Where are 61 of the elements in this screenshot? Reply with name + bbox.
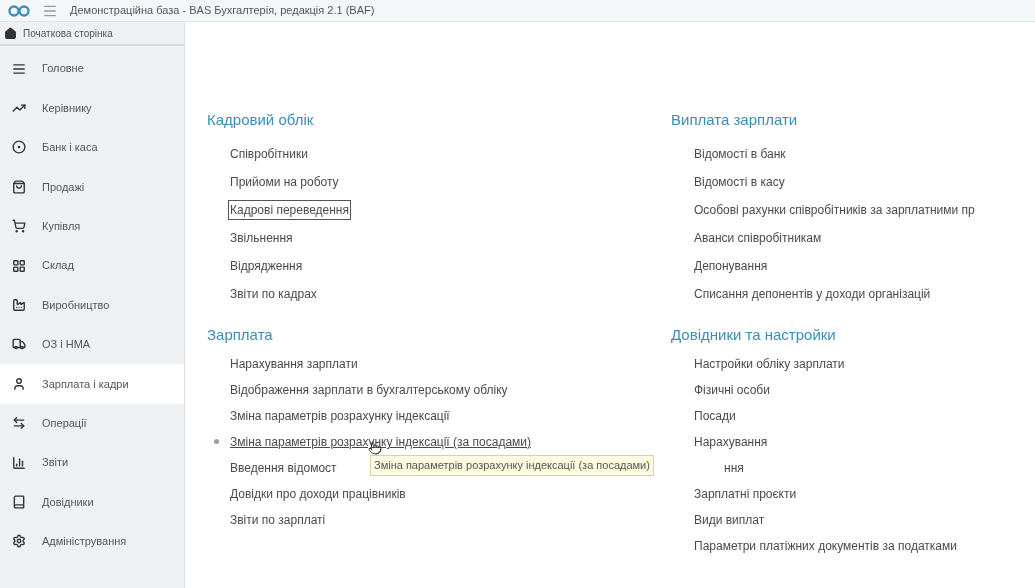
menu-link[interactable]: Зарплатні проєкти [692, 484, 799, 504]
logo-icon [8, 4, 30, 17]
sidebar-item[interactable]: Зарплата і кадри [0, 364, 184, 404]
menu-link[interactable]: Введення відомост [228, 458, 339, 478]
menu-link[interactable]: Співробітники [228, 143, 310, 164]
menu-link[interactable]: Зміна параметрів розрахунку індексації (за посадами) [228, 432, 533, 452]
menu-link[interactable]: Звільнення [228, 227, 295, 248]
menu-link[interactable]: Фізичні особи [692, 380, 772, 400]
menu-link[interactable]: Відомості в банк [692, 143, 788, 164]
section-heading: Довідники та настройки [671, 324, 837, 345]
sidebar-item[interactable]: Банк і каса [0, 127, 184, 168]
tooltip: Зміна параметрів розрахунку індексації (за посадами) [370, 455, 654, 476]
book-icon [12, 495, 26, 509]
menu-link[interactable]: Звіти по кадрах [228, 283, 319, 304]
menu-link[interactable]: Нарахування зарплати [228, 354, 360, 374]
sidebar-item[interactable]: Виробництво [0, 285, 184, 325]
bullet-icon [214, 439, 219, 444]
window-title: Демонстраційна база - BAS Бухгалтерія, редакція 2.1 (BAF) [70, 3, 375, 19]
menu-link[interactable]: Депонування [692, 255, 770, 276]
menu-link[interactable]: Відомості в касу [692, 171, 787, 192]
sidebar-item[interactable]: ОЗ і НМА [0, 324, 184, 365]
sidebar-item[interactable]: Головне [0, 49, 184, 89]
section-heading: Виплата зарплати [671, 110, 799, 130]
section-heading: Кадровий облік [207, 110, 315, 130]
arrows-icon [12, 416, 26, 431]
cart-icon [12, 219, 26, 234]
truck-icon [12, 337, 26, 352]
home-icon [4, 26, 17, 40]
menu-link[interactable]: Особові рахунки співробітників за зарплатними пр [692, 199, 977, 220]
sidebar-item[interactable]: Продажі [0, 167, 184, 207]
menu-link[interactable]: Довідки про доходи працівників [228, 484, 408, 504]
menu-link[interactable]: Відображення зарплати в бухгалтерському обліку [228, 380, 510, 400]
menu-link[interactable]: Види виплат [692, 510, 767, 530]
menu-link[interactable]: Списання депонентів у доходи організацій [692, 283, 933, 304]
menu-link[interactable]: Посади [692, 406, 738, 426]
sidebar-item[interactable]: Адміністрування [0, 521, 184, 562]
sidebar-item[interactable]: Операції [0, 403, 184, 443]
coin-icon [12, 140, 26, 155]
list-icon [12, 61, 26, 76]
section-heading: Зарплата [207, 324, 274, 345]
sidebar-item[interactable]: Керівнику [0, 88, 184, 128]
sidebar-item[interactable]: Довідники [0, 482, 184, 522]
menu-link[interactable]: Аванси співробітникам [692, 227, 824, 248]
menu-link[interactable]: Прийоми на роботу [228, 171, 341, 192]
menu-link[interactable]: Настройки обліку зарплати [692, 354, 847, 374]
sidebar-item[interactable]: Звіти [0, 442, 184, 483]
menu-link[interactable]: Зміна параметрів розрахунку індексації [228, 406, 452, 426]
menu-link[interactable]: Звіти по зарплаті [228, 510, 328, 530]
sidebar-item[interactable]: Купівля [0, 206, 184, 246]
menu-link[interactable]: Параметри платіжних документів за податками [692, 536, 959, 556]
settings-icon [12, 534, 26, 549]
bar-chart-icon [12, 455, 26, 470]
factory-icon [12, 298, 26, 313]
grid-icon [12, 258, 26, 273]
bag-icon [12, 179, 26, 194]
menu-link[interactable]: Кадрові переведення [228, 199, 351, 220]
person-icon [12, 376, 26, 391]
menu-link[interactable]: ння [722, 458, 746, 478]
sidebar-item[interactable]: Склад [0, 245, 184, 286]
menu-link[interactable]: Відрядження [228, 255, 305, 276]
menu-link[interactable]: Нарахування [692, 432, 770, 452]
